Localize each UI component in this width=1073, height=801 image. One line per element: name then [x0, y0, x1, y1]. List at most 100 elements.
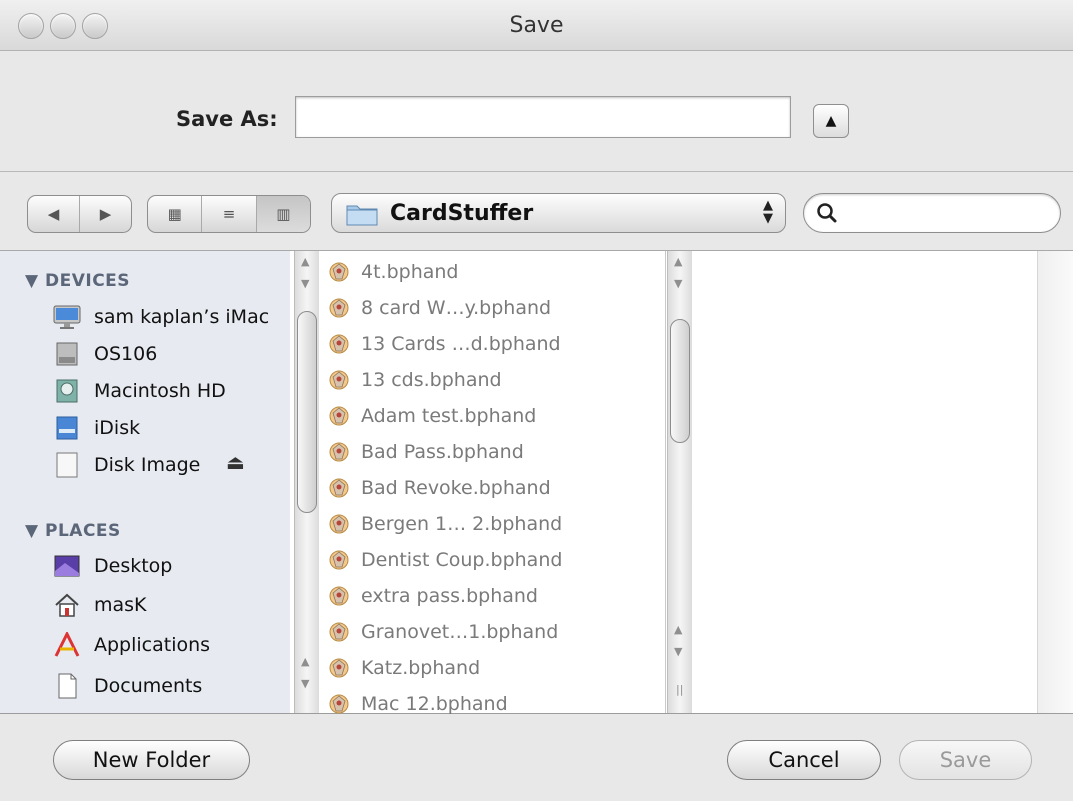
sidebar-item-macintosh-hd[interactable]: Macintosh HD: [52, 375, 226, 407]
back-arrow-icon: ◀: [47, 205, 60, 223]
bphand-file-icon: [329, 442, 349, 462]
right-scroll-track[interactable]: [1038, 251, 1073, 713]
home-icon: [55, 593, 79, 617]
search-field[interactable]: [803, 193, 1061, 233]
bphand-file-icon: [329, 478, 349, 498]
desktop-icon: [54, 555, 80, 577]
sidebar-item-idisk[interactable]: iDisk: [52, 412, 140, 444]
sidebar-item-label: Disk Image: [94, 454, 201, 476]
sidebar-scrollbar[interactable]: ▲ ▼ ▲ ▼: [294, 251, 319, 713]
bphand-file-icon: [329, 298, 349, 318]
sidebar-item-os106[interactable]: OS106: [52, 338, 157, 370]
new-folder-button[interactable]: New Folder: [53, 740, 250, 780]
icon-view-icon: ▦: [167, 205, 182, 223]
sidebar-item-label: OS106: [94, 343, 158, 365]
file-list-item[interactable]: Bergen 1… 2.bphand: [327, 509, 562, 539]
file-name: 13 Cards …d.bphand: [361, 333, 561, 355]
scroll-down-icon[interactable]: ▼: [301, 677, 309, 690]
icon-view-button[interactable]: ▦: [148, 196, 203, 232]
scroll-down-icon[interactable]: ▼: [674, 645, 682, 658]
file-browser: ▼ DEVICES sam kaplan’s iMac OS106 Macint…: [0, 251, 1073, 715]
file-name: Bad Revoke.bphand: [361, 477, 551, 499]
location-label: CardStuffer: [390, 201, 534, 226]
files-scroll-thumb[interactable]: [670, 319, 690, 443]
file-list-item[interactable]: Adam test.bphand: [327, 401, 536, 431]
sidebar-item-label: iDisk: [94, 417, 141, 439]
empty-column: [692, 251, 1038, 713]
file-list-item[interactable]: Bad Pass.bphand: [327, 437, 524, 467]
save-as-region: Save As: ▲: [0, 51, 1073, 172]
back-forward-control: ◀ ▶: [27, 195, 132, 233]
scroll-up-icon[interactable]: ▲: [674, 255, 682, 268]
sidebar-item-label: Documents: [94, 675, 203, 697]
file-name: 8 card W…y.bphand: [361, 297, 552, 319]
file-list-item[interactable]: Dentist Coup.bphand: [327, 545, 562, 575]
save-button[interactable]: Save: [899, 740, 1032, 780]
bphand-file-icon: [329, 334, 349, 354]
bphand-file-icon: [329, 622, 349, 642]
sidebar-item-home[interactable]: masK: [52, 589, 147, 621]
file-name: Mac 12.bphand: [361, 693, 508, 715]
file-name: Dentist Coup.bphand: [361, 549, 563, 571]
places-header[interactable]: ▼ PLACES: [25, 521, 121, 541]
list-view-button[interactable]: ≡: [202, 196, 257, 232]
location-popup[interactable]: CardStuffer ▲ ▼: [331, 193, 786, 233]
save-dialog: Save Save As: ▲ ◀ ▶ ▦ ≡ ▥ CardStuffer ▲ ▼: [0, 0, 1073, 801]
file-name: Adam test.bphand: [361, 405, 537, 427]
sidebar-item-label: sam kaplan’s iMac: [94, 306, 270, 328]
eject-icon[interactable]: ⏏: [226, 450, 245, 474]
bottom-bar: New Folder Cancel Save: [0, 714, 1073, 801]
back-button[interactable]: ◀: [28, 196, 80, 232]
scroll-up-icon[interactable]: ▲: [301, 255, 309, 268]
sidebar-item-label: Applications: [94, 634, 211, 656]
bphand-file-icon: [329, 694, 349, 714]
sidebar-item-documents[interactable]: Documents: [52, 670, 202, 702]
file-list-item[interactable]: Granovet…1.bphand: [327, 617, 558, 647]
sidebar-item-applications[interactable]: Applications: [52, 629, 210, 661]
column-view-button[interactable]: ▥: [256, 196, 310, 232]
file-list-item[interactable]: 4t.bphand: [327, 257, 459, 287]
expand-dialog-button[interactable]: ▲: [813, 104, 849, 138]
column-view-icon: ▥: [276, 205, 291, 223]
search-icon: [817, 203, 837, 223]
bphand-file-icon: [329, 586, 349, 606]
cancel-button[interactable]: Cancel: [727, 740, 881, 780]
scroll-down-icon[interactable]: ▼: [674, 277, 682, 290]
sidebar-item-desktop[interactable]: Desktop: [52, 550, 172, 582]
scroll-down-icon[interactable]: ▼: [301, 277, 309, 290]
popup-stepper-icon: ▲ ▼: [763, 198, 773, 226]
file-name: Granovet…1.bphand: [361, 621, 559, 643]
forward-button[interactable]: ▶: [80, 196, 131, 232]
bphand-file-icon: [329, 550, 349, 570]
triangle-up-icon: ▲: [825, 113, 837, 129]
file-list-item[interactable]: 13 cds.bphand: [327, 365, 502, 395]
imac-icon: [53, 305, 81, 329]
bphand-file-icon: [329, 514, 349, 534]
scroll-up-icon[interactable]: ▲: [674, 623, 682, 636]
window-title: Save: [509, 13, 564, 38]
column-resize-handle[interactable]: ||: [676, 683, 683, 696]
file-list-item[interactable]: Bad Revoke.bphand: [327, 473, 551, 503]
sidebar-scroll-thumb[interactable]: [297, 311, 317, 513]
folder-icon: [346, 205, 378, 226]
scroll-up-icon[interactable]: ▲: [301, 655, 309, 668]
file-name: extra pass.bphand: [361, 585, 538, 607]
file-name: 13 cds.bphand: [361, 369, 502, 391]
devices-header[interactable]: ▼ DEVICES: [25, 271, 130, 291]
files-column: 4t.bphand 8 card W…y.bphand 13 Cards …d.bp…: [319, 251, 666, 715]
file-list-item[interactable]: Katz.bphand: [327, 653, 480, 683]
bphand-file-icon: [329, 370, 349, 390]
forward-arrow-icon: ▶: [99, 205, 112, 223]
save-as-input[interactable]: [295, 96, 791, 138]
bphand-file-icon: [329, 262, 349, 282]
files-scrollbar[interactable]: ▲ ▼ ▲ ▼ ||: [667, 251, 692, 713]
file-list-item[interactable]: 8 card W…y.bphand: [327, 293, 551, 323]
file-list-item[interactable]: extra pass.bphand: [327, 581, 538, 611]
browser-toolbar: ◀ ▶ ▦ ≡ ▥ CardStuffer ▲ ▼: [0, 172, 1073, 251]
file-name: Katz.bphand: [361, 657, 481, 679]
documents-icon: [58, 673, 77, 699]
sidebar-item-imac[interactable]: sam kaplan’s iMac: [52, 301, 269, 333]
file-name: Bergen 1… 2.bphand: [361, 513, 563, 535]
file-list-item[interactable]: 13 Cards …d.bphand: [327, 329, 561, 359]
bphand-file-icon: [329, 658, 349, 678]
